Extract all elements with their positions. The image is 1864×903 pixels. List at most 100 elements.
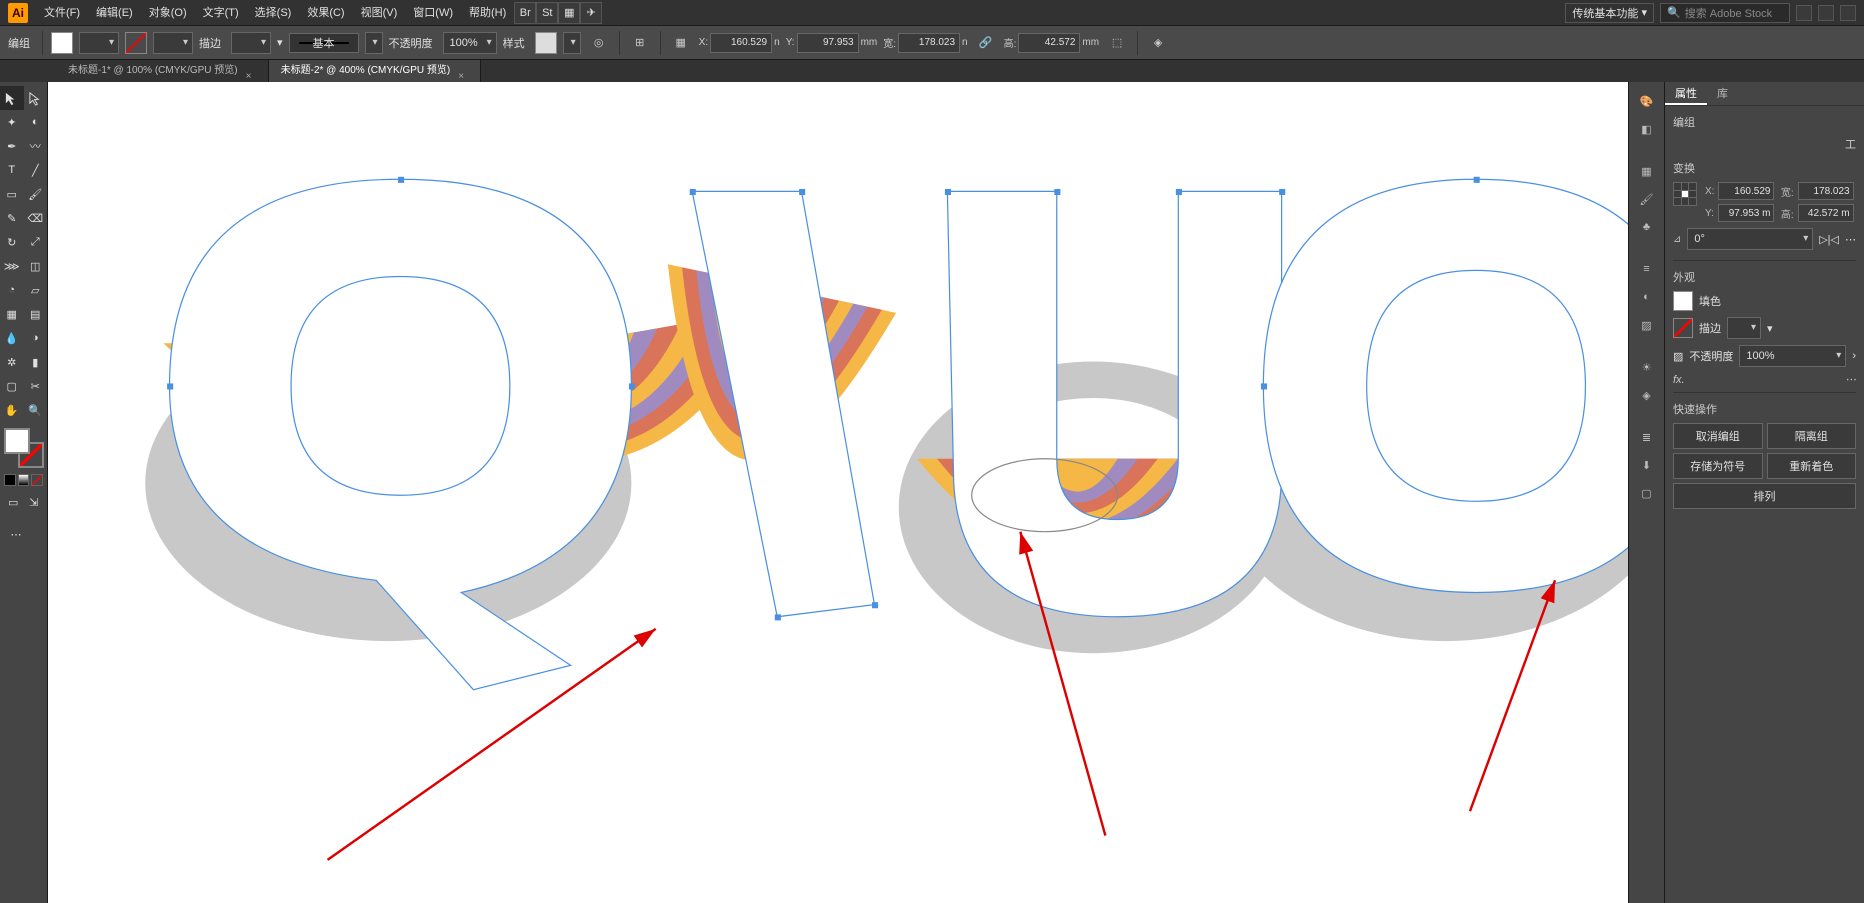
workspace-dropdown[interactable]: 传统基本功能 ▾ <box>1565 3 1654 23</box>
free-transform-tool[interactable]: ◫ <box>24 254 48 278</box>
menu-select[interactable]: 选择(S) <box>247 0 300 26</box>
appearance-panel-icon[interactable]: ☀ <box>1631 354 1663 380</box>
link-wh-icon[interactable]: 🔗 <box>974 31 998 55</box>
mesh-tool[interactable]: ▦ <box>0 302 24 326</box>
artboards-panel-icon[interactable]: ▢ <box>1631 480 1663 506</box>
type-tool[interactable]: T <box>0 158 24 182</box>
color-mode-none[interactable] <box>31 474 43 486</box>
menu-edit[interactable]: 编辑(E) <box>88 0 141 26</box>
recolor-button[interactable]: 重新着色 <box>1767 453 1857 479</box>
canvas-area[interactable] <box>48 82 1628 903</box>
magic-wand-tool[interactable]: ✦ <box>0 110 24 134</box>
layers-panel-icon[interactable]: ≣ <box>1631 424 1663 450</box>
width-tool[interactable]: ⋙ <box>0 254 24 278</box>
opacity-panel-input[interactable]: 100% <box>1739 345 1846 367</box>
save-symbol-button[interactable]: 存储为符号 <box>1673 453 1763 479</box>
fill-swatch[interactable] <box>51 32 73 54</box>
scale-tool[interactable]: ⤢ <box>24 230 48 254</box>
shape-mode-icon[interactable]: ⬚ <box>1105 31 1129 55</box>
pen-tool[interactable]: ✒ <box>0 134 24 158</box>
reference-point[interactable] <box>1673 182 1697 206</box>
blend-tool[interactable]: ◑ <box>24 326 48 350</box>
shape-builder-tool[interactable]: ◔ <box>0 278 24 302</box>
direct-selection-tool[interactable] <box>24 86 48 110</box>
perspective-tool[interactable]: ▱ <box>24 278 48 302</box>
gradient-tool[interactable]: ▤ <box>24 302 48 326</box>
column-graph-tool[interactable]: ▮ <box>24 350 48 374</box>
zoom-tool[interactable]: 🔍 <box>24 398 48 422</box>
color-picker[interactable] <box>4 428 44 468</box>
style-dropdown[interactable] <box>563 32 581 54</box>
prop-h-input[interactable] <box>1798 204 1854 222</box>
eyedropper-tool[interactable]: 💧 <box>0 326 24 350</box>
more-button[interactable]: 工 <box>1673 136 1856 152</box>
arrange-docs-icon[interactable]: ▦ <box>558 2 580 24</box>
prop-w-input[interactable] <box>1798 182 1854 200</box>
align-icon[interactable]: ⊞ <box>628 31 652 55</box>
menu-file[interactable]: 文件(F) <box>36 0 88 26</box>
style-swatch[interactable] <box>535 32 557 54</box>
rotate-tool[interactable]: ↻ <box>0 230 24 254</box>
symbols-panel-icon[interactable]: ♣ <box>1631 214 1663 240</box>
fill-dropdown[interactable] <box>79 32 119 54</box>
search-box[interactable]: 🔍 搜索 Adobe Stock <box>1660 3 1790 23</box>
slice-tool[interactable]: ✂ <box>24 374 48 398</box>
artboard-tool[interactable]: ▢ <box>0 374 24 398</box>
eraser-tool[interactable]: ⌫ <box>24 206 48 230</box>
angle-input[interactable]: 0° <box>1687 228 1813 250</box>
fx-label[interactable]: fx. <box>1673 374 1685 386</box>
stock-icon[interactable]: St <box>536 2 558 24</box>
stroke-weight-dropdown[interactable] <box>231 32 271 54</box>
w-input[interactable] <box>898 33 960 53</box>
arrange-button[interactable]: 排列 <box>1673 483 1856 509</box>
document-tab-2[interactable]: 未标题-2* @ 400% (CMYK/GPU 预览) × <box>269 60 482 82</box>
edit-toolbar[interactable]: ⋯ <box>4 522 28 546</box>
paintbrush-tool[interactable]: 🖌 <box>24 182 48 206</box>
tab-properties[interactable]: 属性 <box>1665 82 1707 105</box>
swatches-panel-icon[interactable]: ▦ <box>1631 158 1663 184</box>
hand-tool[interactable]: ✋ <box>0 398 24 422</box>
prop-y-input[interactable] <box>1718 204 1774 222</box>
stroke-swatch[interactable] <box>125 32 147 54</box>
recolor-icon[interactable]: ◎ <box>587 31 611 55</box>
h-input[interactable] <box>1018 33 1080 53</box>
menu-object[interactable]: 对象(O) <box>141 0 195 26</box>
rectangle-tool[interactable]: ▭ <box>0 182 24 206</box>
transparency-panel-icon[interactable]: ▨ <box>1631 312 1663 338</box>
isolate-button[interactable]: 隔离组 <box>1767 423 1857 449</box>
symbol-sprayer-tool[interactable]: ✲ <box>0 350 24 374</box>
fill-swatch-panel[interactable] <box>1673 291 1693 311</box>
document-tab-1[interactable]: 未标题-1* @ 100% (CMYK/GPU 预览) × <box>56 60 269 82</box>
gpu-icon[interactable]: ✈ <box>580 2 602 24</box>
menu-window[interactable]: 窗口(W) <box>405 0 461 26</box>
shaper-tool[interactable]: ✎ <box>0 206 24 230</box>
fill-color[interactable] <box>4 428 30 454</box>
window-restore[interactable] <box>1818 5 1834 21</box>
isolate-icon[interactable]: ◈ <box>1146 31 1170 55</box>
stroke-profile[interactable]: 基本 <box>289 33 359 53</box>
color-guide-icon[interactable]: ◧ <box>1631 116 1663 142</box>
color-mode-solid[interactable] <box>4 474 16 486</box>
profile-dropdown[interactable] <box>365 32 383 54</box>
window-close[interactable] <box>1840 5 1856 21</box>
bridge-icon[interactable]: Br <box>514 2 536 24</box>
brushes-panel-icon[interactable]: 🖌 <box>1631 186 1663 212</box>
y-input[interactable] <box>797 33 859 53</box>
ungroup-button[interactable]: 取消编组 <box>1673 423 1763 449</box>
menu-help[interactable]: 帮助(H) <box>461 0 514 26</box>
color-mode-gradient[interactable] <box>18 474 30 486</box>
curvature-tool[interactable]: 〰 <box>24 134 48 158</box>
prop-x-input[interactable] <box>1718 182 1774 200</box>
close-icon[interactable]: × <box>458 66 468 76</box>
stroke-panel-icon[interactable]: ≡ <box>1631 256 1663 282</box>
line-tool[interactable]: ╱ <box>24 158 48 182</box>
color-panel-icon[interactable]: 🎨 <box>1631 88 1663 114</box>
opacity-dropdown[interactable]: 100% <box>443 32 497 54</box>
menu-type[interactable]: 文字(T) <box>195 0 247 26</box>
selection-tool[interactable] <box>0 86 24 110</box>
stroke-color-dropdown[interactable] <box>153 32 193 54</box>
flip-icon[interactable]: ▷|◁ <box>1819 233 1839 246</box>
screen-mode-normal[interactable]: ▭ <box>4 490 23 514</box>
asset-export-icon[interactable]: ⬇ <box>1631 452 1663 478</box>
graphic-styles-icon[interactable]: ◈ <box>1631 382 1663 408</box>
